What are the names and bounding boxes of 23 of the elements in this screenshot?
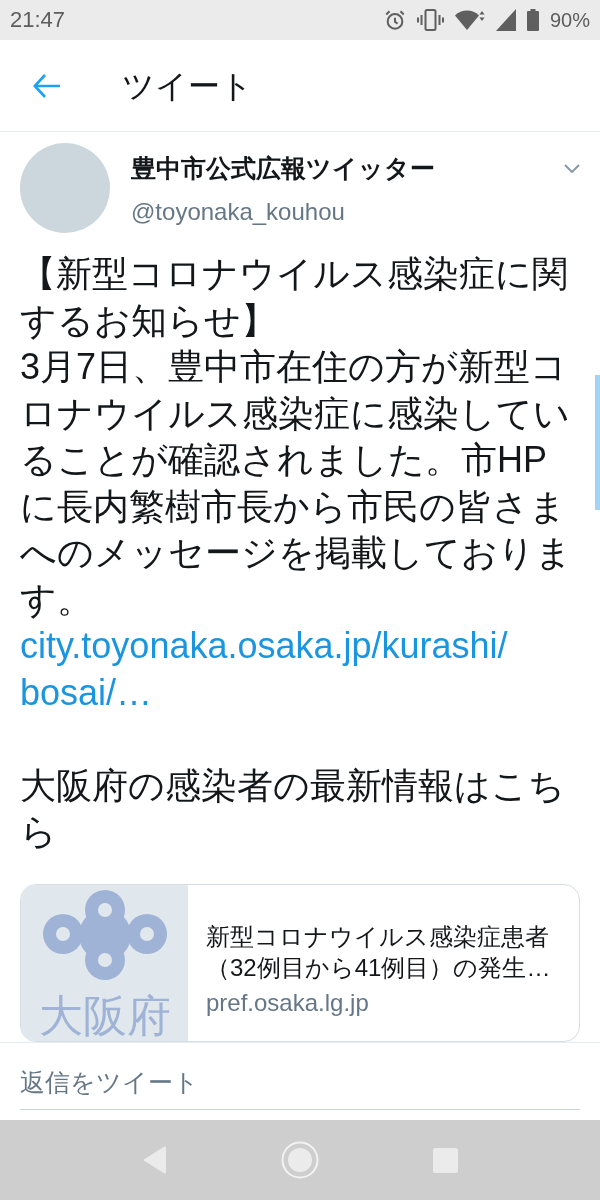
battery-icon [526,9,539,31]
reply-field[interactable]: 返信をツイート [20,1062,580,1110]
home-circle-icon[interactable] [280,1141,319,1179]
vibrate-icon [416,9,444,31]
back-arrow-icon [33,72,61,99]
chevron-down-icon[interactable] [564,164,580,173]
tweet-text: 【新型コロナウイルス感染症に関するお知らせ】 [20,252,569,343]
author-handle: @toyonaka_kouhou [131,198,346,226]
cell-signal-icon [495,9,516,31]
tweet-text: 3月7日、豊中市在住の方が新型コロナウイルス感染症に感染していることが確認されました。市HPに長内繁樹市長から市民の皆さまへのメッセージを掲載しております。 [20,345,573,622]
link-card[interactable]: 大阪府 新型コロナウイルス感染症患者（32例目から41例目）の発生… pref.osaka.lg.jp [20,883,580,1042]
battery-percent: 90% [549,10,590,30]
card-domain: pref.osaka.lg.jp [206,988,370,1017]
logo-text: 大阪府 [38,993,171,1038]
status-time: 21:47 [10,9,66,31]
back-triangle-icon[interactable] [142,1146,167,1174]
alarm-clock-icon [383,9,406,31]
recents-square-icon[interactable] [432,1147,458,1173]
author-name: 豊中市公式広報ツイッター [131,153,435,183]
tweet-text: 大阪府の感染者の最新情報はこちら [20,763,566,854]
card-title: 新型コロナウイルス感染症患者（32例目から41例目）の発生… [206,921,552,983]
header-title: ツイート [122,66,253,106]
wifi-icon [454,9,485,31]
